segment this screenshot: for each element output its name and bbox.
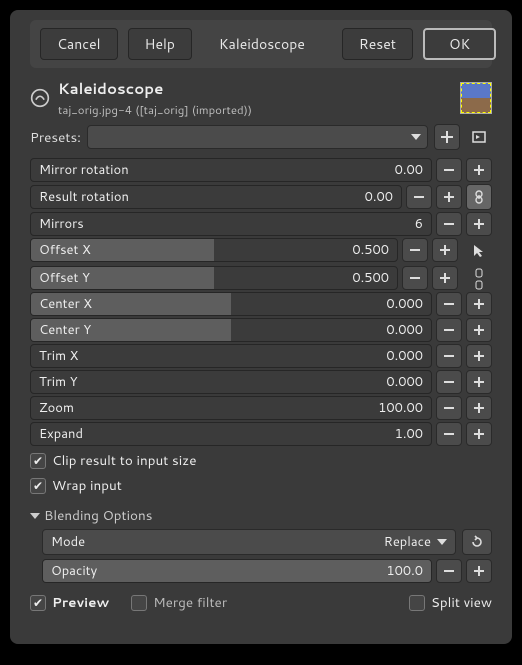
blend-mode-reset-button[interactable] xyxy=(462,529,492,555)
blend-mode-select[interactable]: Mode Replace xyxy=(42,529,456,555)
drawable-thumbnail xyxy=(460,82,492,114)
offset-x-plus[interactable] xyxy=(432,238,458,262)
preview-checkbox[interactable] xyxy=(30,595,46,611)
wrap-checkbox[interactable] xyxy=(30,478,46,494)
trim-y-plus[interactable] xyxy=(466,370,492,394)
result-rotation-value: 0.00 xyxy=(365,186,393,208)
center-y-plus[interactable] xyxy=(466,318,492,342)
trim-y-value: 0.000 xyxy=(386,371,423,393)
wrap-label: Wrap input xyxy=(52,476,122,495)
opacity-label: Opacity xyxy=(51,560,97,582)
blending-section-label: Blending Options xyxy=(44,506,152,525)
blending-section-toggle[interactable]: Blending Options xyxy=(30,498,492,529)
merge-filter-label: Merge filter xyxy=(153,593,227,612)
blend-mode-value: Replace xyxy=(384,533,431,551)
offset-y-slider[interactable]: Offset Y 0.500 xyxy=(30,266,398,290)
preview-label: Preview xyxy=(52,593,109,612)
split-view-checkbox[interactable] xyxy=(409,595,425,611)
presets-combo[interactable] xyxy=(87,125,428,149)
expand-slider[interactable]: Expand 1.00 xyxy=(30,422,432,446)
expand-label: Expand xyxy=(39,423,83,445)
center-x-slider[interactable]: Center X 0.000 xyxy=(30,292,432,316)
reset-button[interactable]: Reset xyxy=(342,28,413,60)
offset-y-minus[interactable] xyxy=(402,266,428,290)
dialog-window: Cancel Help Kaleidoscope Reset OK Kaleid… xyxy=(10,10,512,644)
offset-x-label: Offset X xyxy=(39,239,91,261)
ok-button[interactable]: OK xyxy=(423,28,496,60)
expand-triangle-icon xyxy=(30,513,40,519)
trim-x-slider[interactable]: Trim X 0.000 xyxy=(30,344,432,368)
offset-chain-icon[interactable] xyxy=(466,268,492,290)
dialog-name-label: Kaleidoscope xyxy=(202,28,322,60)
dialog-button-bar: Cancel Help Kaleidoscope Reset OK xyxy=(30,20,492,68)
expand-value: 1.00 xyxy=(395,423,423,445)
center-y-slider[interactable]: Center Y 0.000 xyxy=(30,318,432,342)
result-rotation-plus[interactable] xyxy=(436,185,462,209)
center-x-plus[interactable] xyxy=(466,292,492,316)
expand-minus[interactable] xyxy=(436,422,462,446)
mirror-rotation-label: Mirror rotation xyxy=(39,159,129,181)
offset-y-value: 0.500 xyxy=(352,267,389,289)
clip-label: Clip result to input size xyxy=(52,451,197,470)
result-rotation-slider[interactable]: Result rotation 0.00 xyxy=(30,185,402,209)
zoom-plus[interactable] xyxy=(466,396,492,420)
opacity-slider[interactable]: Opacity 100.0 xyxy=(42,559,432,583)
mirrors-label: Mirrors xyxy=(39,213,84,235)
offset-x-minus[interactable] xyxy=(402,238,428,262)
mirror-rotation-plus[interactable] xyxy=(466,158,492,182)
result-rotation-label: Result rotation xyxy=(39,186,129,208)
center-x-label: Center X xyxy=(39,293,92,315)
help-button[interactable]: Help xyxy=(128,28,192,60)
offset-x-value: 0.500 xyxy=(352,239,389,261)
offset-pick-button[interactable] xyxy=(466,238,492,264)
filter-subtitle: taj_orig.jpg-4 ([taj_orig] (imported)) xyxy=(58,101,452,118)
opacity-minus[interactable] xyxy=(436,559,462,583)
trim-y-label: Trim Y xyxy=(39,371,78,393)
mirror-rotation-value: 0.00 xyxy=(395,159,423,181)
presets-label: Presets: xyxy=(30,128,81,147)
filter-title: Kaleidoscope xyxy=(58,78,452,99)
split-view-label: Split view xyxy=(431,593,492,612)
chevron-down-icon xyxy=(411,134,421,140)
center-x-value: 0.000 xyxy=(386,293,423,315)
offset-y-plus[interactable] xyxy=(432,266,458,290)
mirrors-value: 6 xyxy=(415,213,423,235)
mirrors-minus[interactable] xyxy=(436,212,462,236)
clip-checkbox[interactable] xyxy=(30,453,46,469)
center-x-minus[interactable] xyxy=(436,292,462,316)
trim-y-slider[interactable]: Trim Y 0.000 xyxy=(30,370,432,394)
trim-y-minus[interactable] xyxy=(436,370,462,394)
preset-manage-button[interactable] xyxy=(466,124,492,150)
zoom-label: Zoom xyxy=(39,397,74,419)
center-y-minus[interactable] xyxy=(436,318,462,342)
rotation-link-button[interactable] xyxy=(466,184,492,210)
zoom-minus[interactable] xyxy=(436,396,462,420)
merge-filter-checkbox[interactable] xyxy=(131,595,147,611)
result-rotation-minus[interactable] xyxy=(406,185,432,209)
zoom-slider[interactable]: Zoom 100.00 xyxy=(30,396,432,420)
zoom-value: 100.00 xyxy=(378,397,423,419)
cancel-button[interactable]: Cancel xyxy=(40,28,118,60)
chevron-down-icon xyxy=(437,539,447,545)
mirrors-plus[interactable] xyxy=(466,212,492,236)
trim-x-minus[interactable] xyxy=(436,344,462,368)
opacity-value: 100.0 xyxy=(386,560,423,582)
blend-mode-label: Mode xyxy=(51,533,85,551)
center-y-label: Center Y xyxy=(39,319,91,341)
center-y-value: 0.000 xyxy=(386,319,423,341)
mirror-rotation-minus[interactable] xyxy=(436,158,462,182)
expand-plus[interactable] xyxy=(466,422,492,446)
mirror-rotation-slider[interactable]: Mirror rotation 0.00 xyxy=(30,158,432,182)
offset-y-label: Offset Y xyxy=(39,267,90,289)
trim-x-label: Trim X xyxy=(39,345,78,367)
preset-add-button[interactable] xyxy=(434,124,460,150)
mirrors-slider[interactable]: Mirrors 6 xyxy=(30,212,432,236)
gegl-icon xyxy=(30,88,50,108)
trim-x-value: 0.000 xyxy=(386,345,423,367)
offset-x-slider[interactable]: Offset X 0.500 xyxy=(30,238,398,262)
opacity-plus[interactable] xyxy=(466,559,492,583)
trim-x-plus[interactable] xyxy=(466,344,492,368)
